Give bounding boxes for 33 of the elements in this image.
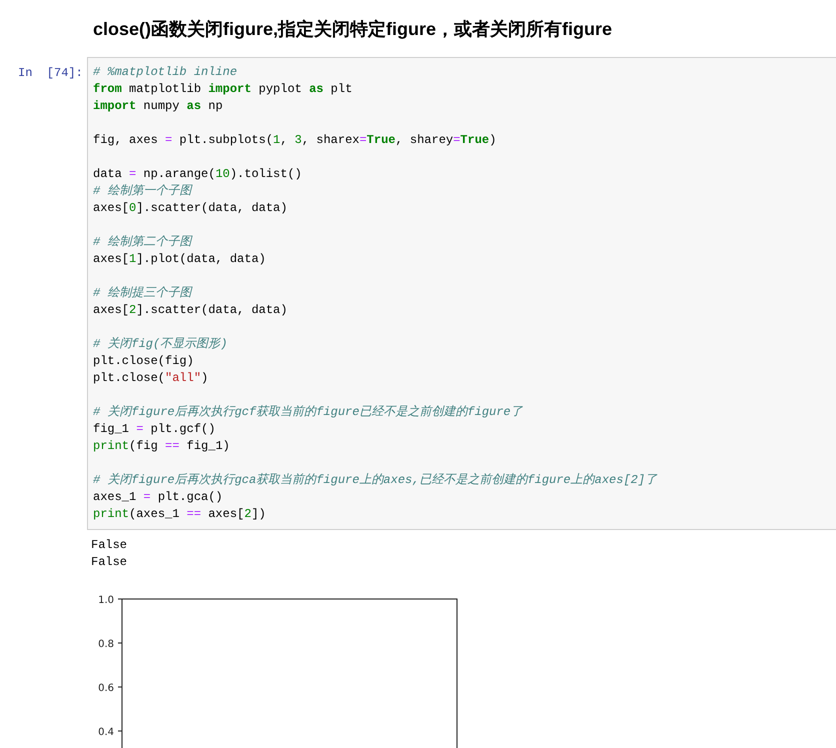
tick-mark [118, 642, 122, 644]
code-line: plt.close(fig) [93, 353, 195, 370]
code-line: plt.close("all") [93, 370, 210, 387]
code-line: axes[2].scatter(data, data) [93, 302, 288, 319]
code-line: data = np.arange(10).tolist() [93, 166, 303, 183]
tick-label: 0.6 [98, 683, 114, 694]
tick-mark [118, 730, 122, 732]
tick-mark [118, 686, 122, 688]
code-line: print(axes_1 == axes[2]) [93, 506, 267, 523]
code-line: import numpy as np [93, 98, 224, 115]
code-line: # 绘制第二个子图 [93, 234, 194, 251]
tick-mark [118, 598, 122, 600]
cell-prompt: In [74]: [17, 65, 84, 82]
code-line: # 关闭fig(不显示图形) [93, 336, 228, 353]
output-text: False [91, 554, 128, 571]
code-line: # 绘制提三个子图 [93, 285, 194, 302]
code-line: # %matplotlib inline [93, 64, 238, 81]
code-line: fig, axes = plt.subplots(1, 3, sharex=True, sharey=True) [93, 132, 498, 149]
code-line: axes[1].plot(data, data) [93, 251, 267, 268]
output-text: False [91, 537, 128, 554]
code-line: # 绘制第一个子图 [93, 183, 194, 200]
code-line: axes[0].scatter(data, data) [93, 200, 288, 217]
code-line: fig_1 = plt.gcf() [93, 421, 216, 438]
section-heading: close()函数关闭figure,指定关闭特定figure，或者关闭所有figure [92, 18, 614, 41]
code-line: # 关闭figure后再次执行gcf获取当前的figure已经不是之前创建的figure了 [93, 404, 524, 421]
code-line: axes_1 = plt.gca() [93, 489, 224, 506]
code-line: print(fig == fig_1) [93, 438, 231, 455]
tick-label: 1.0 [98, 595, 114, 606]
code-line: from matplotlib import pyplot as plt [93, 81, 354, 98]
code-cell[interactable] [87, 57, 836, 530]
tick-label: 0.4 [98, 727, 114, 738]
code-line: # 关闭figure后再次执行gca获取当前的figure上的axes,已经不是之前创建的figure上的axes[2]了 [93, 472, 658, 489]
tick-label: 0.8 [98, 639, 114, 650]
